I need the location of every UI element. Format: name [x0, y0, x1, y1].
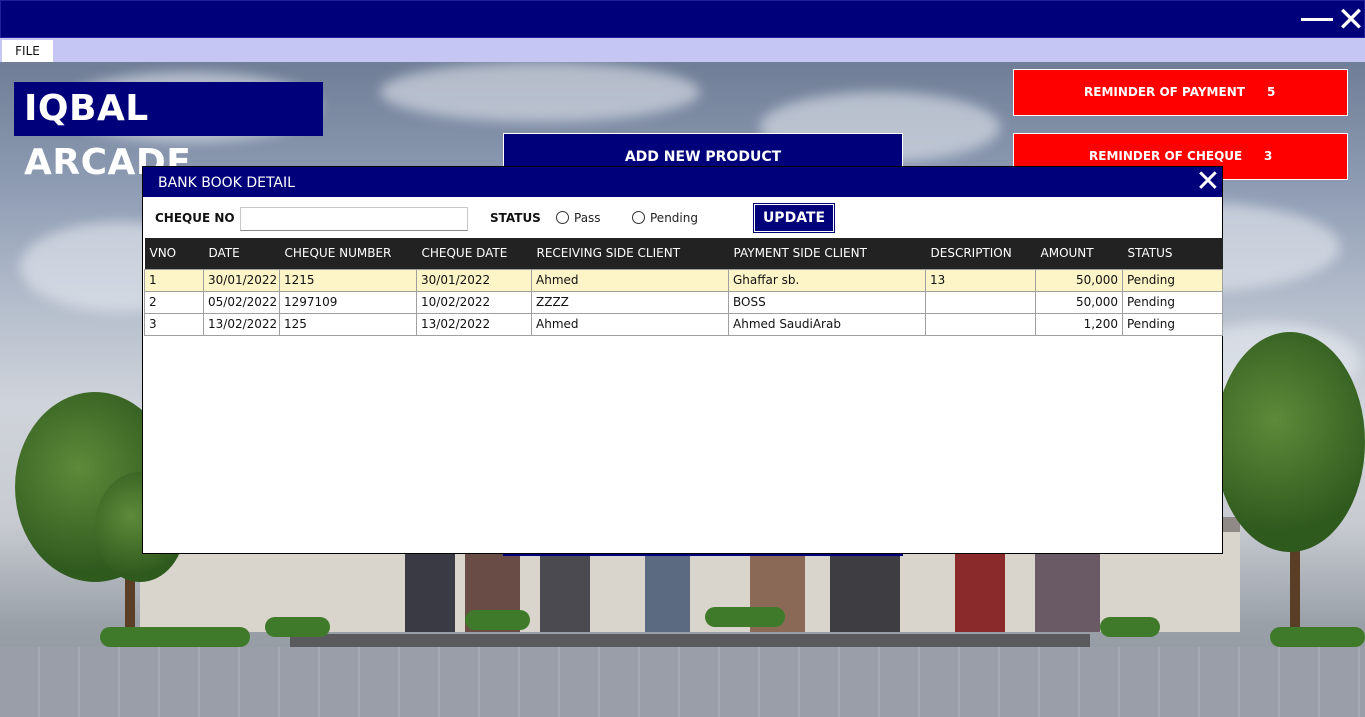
table-row[interactable]: 1 30/01/2022 1215 30/01/2022 Ahmed Ghaff… [144, 268, 1223, 292]
column-header-date[interactable]: DATE [203, 238, 280, 269]
close-icon[interactable]: ✕ [1336, 3, 1365, 37]
cell-payment-client[interactable]: Ghaffar sb. [728, 268, 926, 292]
cell-cheque-date[interactable]: 13/02/2022 [416, 312, 532, 336]
app-brand-title: IQBAL ARCADE [14, 82, 323, 183]
bank-book-table: VNO DATE CHEQUE NUMBER CHEQUE DATE RECEI… [144, 238, 1223, 553]
cell-status[interactable]: Pending [1122, 268, 1223, 292]
cell-amount[interactable]: 50,000 [1035, 268, 1123, 292]
cell-vno[interactable]: 2 [144, 290, 204, 314]
column-header-receiving-side-client[interactable]: RECEIVING SIDE CLIENT [531, 238, 729, 269]
reminder-label: REMINDER OF PAYMENT [1084, 85, 1245, 99]
minimize-icon[interactable] [1301, 18, 1333, 21]
reminder-of-payment-button[interactable]: REMINDER OF PAYMENT 5 [1013, 69, 1348, 116]
column-header-vno[interactable]: VNO [144, 238, 204, 269]
column-header-cheque-number[interactable]: CHEQUE NUMBER [279, 238, 417, 269]
cell-date[interactable]: 13/02/2022 [203, 312, 280, 336]
cell-status[interactable]: Pending [1122, 312, 1223, 336]
cell-cheque-number[interactable]: 1215 [279, 268, 417, 292]
cell-cheque-number[interactable]: 1297109 [279, 290, 417, 314]
menu-file[interactable]: FILE [2, 40, 53, 62]
reminder-count: 3 [1264, 149, 1273, 163]
cell-payment-client[interactable]: BOSS [728, 290, 926, 314]
column-header-amount[interactable]: AMOUNT [1035, 238, 1123, 269]
cell-receiving-client[interactable]: Ahmed [531, 268, 729, 292]
cell-status[interactable]: Pending [1122, 290, 1223, 314]
cell-date[interactable]: 30/01/2022 [203, 268, 280, 292]
status-label: STATUS [490, 211, 541, 225]
cell-cheque-date[interactable]: 10/02/2022 [416, 290, 532, 314]
dialog-header: BANK BOOK DETAIL ✕ [143, 167, 1222, 197]
cell-cheque-date[interactable]: 30/01/2022 [416, 268, 532, 292]
cell-payment-client[interactable]: Ahmed SaudiArab [728, 312, 926, 336]
cell-vno[interactable]: 3 [144, 312, 204, 336]
bank-book-dialog: BANK BOOK DETAIL ✕ CHEQUE NO STATUS Pass… [142, 166, 1223, 554]
reminder-count: 5 [1267, 85, 1276, 99]
cell-cheque-number[interactable]: 125 [279, 312, 417, 336]
status-pass-radio[interactable] [556, 211, 569, 224]
cheque-no-label: CHEQUE NO [155, 211, 235, 225]
column-header-status[interactable]: STATUS [1122, 238, 1223, 269]
column-header-description[interactable]: DESCRIPTION [925, 238, 1036, 269]
cell-receiving-client[interactable]: ZZZZ [531, 290, 729, 314]
table-row[interactable]: 2 05/02/2022 1297109 10/02/2022 ZZZZ BOS… [144, 290, 1223, 314]
cell-description[interactable] [925, 312, 1036, 336]
table-row[interactable]: 3 13/02/2022 125 13/02/2022 Ahmed Ahmed … [144, 312, 1223, 336]
cell-description[interactable]: 13 [925, 268, 1036, 292]
column-header-cheque-date[interactable]: CHEQUE DATE [416, 238, 532, 269]
dialog-title: BANK BOOK DETAIL [158, 175, 295, 191]
status-pending-label: Pending [650, 211, 698, 225]
cell-vno[interactable]: 1 [144, 268, 204, 292]
cell-date[interactable]: 05/02/2022 [203, 290, 280, 314]
table-header-row: VNO DATE CHEQUE NUMBER CHEQUE DATE RECEI… [144, 238, 1223, 269]
dialog-close-icon[interactable]: ✕ [1192, 167, 1224, 197]
update-button[interactable]: UPDATE [753, 203, 835, 233]
status-pass-label: Pass [574, 211, 601, 225]
cheque-no-input[interactable] [240, 207, 468, 231]
add-new-product-button[interactable]: ADD NEW PRODUCT [503, 133, 903, 167]
title-bar: ✕ [0, 0, 1365, 38]
cell-amount[interactable]: 1,200 [1035, 312, 1123, 336]
cell-amount[interactable]: 50,000 [1035, 290, 1123, 314]
menu-bar: FILE [0, 38, 1365, 62]
cell-description[interactable] [925, 290, 1036, 314]
column-header-payment-side-client[interactable]: PAYMENT SIDE CLIENT [728, 238, 926, 269]
status-pending-radio[interactable] [632, 211, 645, 224]
cell-receiving-client[interactable]: Ahmed [531, 312, 729, 336]
